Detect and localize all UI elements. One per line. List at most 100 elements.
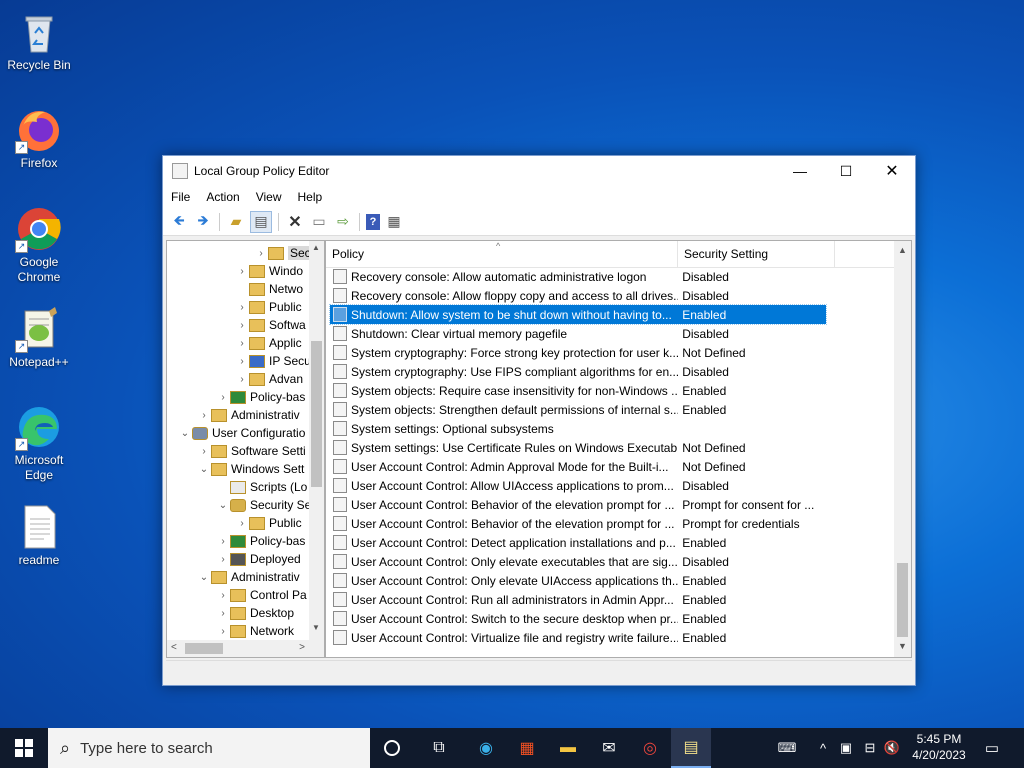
file-explorer-icon[interactable]: ▬: [548, 728, 588, 768]
expand-arrow-icon[interactable]: ›: [216, 626, 230, 637]
tree-node[interactable]: › Sec: [254, 244, 313, 262]
policy-list-pane[interactable]: Policy ^ Security Setting ▲ ▼ Recovery c…: [325, 240, 912, 658]
help-icon[interactable]: ?: [366, 213, 380, 230]
tree-node[interactable]: › Public: [235, 298, 301, 316]
properties-icon[interactable]: ▭: [309, 212, 329, 232]
tree-node[interactable]: › Administrativ: [197, 406, 299, 424]
desktop-icon-recycle-bin[interactable]: Recycle Bin: [2, 8, 76, 73]
forward-icon[interactable]: 🡺: [193, 212, 213, 232]
edge-taskbar-icon[interactable]: ◉: [466, 728, 506, 768]
tree-node[interactable]: › IP Secu: [235, 352, 310, 370]
expand-arrow-icon[interactable]: ›: [216, 392, 230, 403]
tree-node[interactable]: ⌄ User Configuratio: [178, 424, 306, 442]
policy-row[interactable]: User Account Control: Admin Approval Mod…: [330, 457, 826, 476]
list-vertical-scrollbar[interactable]: ▲ ▼: [894, 241, 911, 657]
policy-row[interactable]: User Account Control: Behavior of the el…: [330, 495, 826, 514]
policy-row[interactable]: System objects: Strengthen default permi…: [330, 400, 826, 419]
tree-node[interactable]: › Desktop: [216, 604, 294, 622]
desktop-icon-readme[interactable]: readme: [2, 503, 76, 568]
list-scroll-thumb[interactable]: [897, 563, 908, 637]
policy-row[interactable]: User Account Control: Only elevate UIAcc…: [330, 571, 826, 590]
show-hide-tree-icon[interactable]: ▤: [250, 210, 272, 233]
expand-arrow-icon[interactable]: ›: [216, 554, 230, 565]
tree-pane[interactable]: › Network › Desktop › Control Pa ⌄ Administrati…: [166, 240, 325, 658]
desktop-icon-chrome[interactable]: ↗ Google Chrome: [2, 205, 76, 285]
policy-row[interactable]: Recovery console: Allow floppy copy and …: [330, 286, 826, 305]
policy-row[interactable]: System cryptography: Force strong key pr…: [330, 343, 826, 362]
taskbar-clock[interactable]: 5:45 PM 4/20/2023: [900, 731, 978, 763]
cortana-icon[interactable]: [372, 728, 412, 768]
back-icon[interactable]: 🡸: [169, 212, 189, 232]
tree-node[interactable]: Netwo: [235, 280, 303, 298]
task-view-icon[interactable]: ⧉: [419, 728, 459, 768]
policy-row-selected[interactable]: Shutdown: Allow system to be shut down w…: [329, 304, 827, 325]
expand-arrow-icon[interactable]: ›: [197, 410, 211, 421]
menu-action[interactable]: Action: [198, 190, 247, 204]
delete-icon[interactable]: ✕: [285, 212, 305, 232]
tree-node[interactable]: › Advan: [235, 370, 303, 388]
tree-node[interactable]: › Policy-bas: [216, 532, 305, 550]
policy-row[interactable]: System settings: Optional subsystems: [330, 419, 826, 438]
expand-arrow-icon[interactable]: ›: [235, 518, 249, 529]
tree-node[interactable]: ⌄ Windows Sett: [197, 460, 305, 478]
menu-file[interactable]: File: [163, 190, 198, 204]
policy-row[interactable]: User Account Control: Virtualize file an…: [330, 628, 826, 647]
collapse-arrow-icon[interactable]: ⌄: [197, 464, 211, 475]
policy-row[interactable]: User Account Control: Run all administra…: [330, 590, 826, 609]
desktop-icon-edge[interactable]: ↗ Microsoft Edge: [2, 403, 76, 483]
tree-node[interactable]: › Policy-bas: [216, 388, 305, 406]
policy-row[interactable]: User Account Control: Only elevate execu…: [330, 552, 826, 571]
menu-view[interactable]: View: [248, 190, 290, 204]
notifications-icon[interactable]: ▭: [980, 728, 1004, 768]
touch-keyboard-icon[interactable]: ⌨: [772, 728, 802, 768]
policy-row[interactable]: System objects: Require case insensitivi…: [330, 381, 826, 400]
close-button[interactable]: ✕: [869, 156, 915, 186]
collapse-arrow-icon[interactable]: ⌄: [178, 428, 192, 439]
tree-node[interactable]: ⌄ Security Se: [216, 496, 312, 514]
policy-row[interactable]: User Account Control: Switch to the secu…: [330, 609, 826, 628]
expand-arrow-icon[interactable]: ›: [254, 248, 268, 259]
tree-node[interactable]: Scripts (Lo: [216, 478, 307, 496]
expand-arrow-icon[interactable]: ›: [216, 536, 230, 547]
policy-row[interactable]: User Account Control: Allow UIAccess app…: [330, 476, 826, 495]
show-hidden-icons-chevron-icon[interactable]: ^: [814, 728, 832, 768]
column-header-policy[interactable]: Policy ^: [326, 241, 678, 267]
expand-arrow-icon[interactable]: ›: [216, 608, 230, 619]
policy-row[interactable]: System cryptography: Use FIPS compliant …: [330, 362, 826, 381]
desktop-icon-notepadpp[interactable]: ↗ Notepad++: [2, 305, 76, 370]
view-icon[interactable]: ▦: [384, 212, 404, 232]
group-policy-editor-window[interactable]: Local Group Policy Editor — ☐ ✕ File Act…: [162, 155, 916, 686]
export-list-icon[interactable]: ⇨: [333, 212, 353, 232]
expand-arrow-icon[interactable]: ›: [235, 302, 249, 313]
chrome-taskbar-icon[interactable]: ◎: [630, 728, 670, 768]
network-icon[interactable]: ⊟: [860, 728, 880, 768]
desktop-icon-firefox[interactable]: ↗ Firefox: [2, 106, 76, 171]
mail-icon[interactable]: ✉: [589, 728, 629, 768]
collapse-arrow-icon[interactable]: ⌄: [197, 572, 211, 583]
expand-arrow-icon[interactable]: ›: [197, 446, 211, 457]
expand-arrow-icon[interactable]: ›: [216, 590, 230, 601]
volume-muted-icon[interactable]: 🔇: [882, 728, 902, 768]
tree-node[interactable]: ⌄ Administrativ: [197, 568, 300, 586]
notepad-taskbar-icon[interactable]: ▤: [671, 728, 711, 768]
start-button[interactable]: [4, 728, 44, 768]
maximize-button[interactable]: ☐: [823, 156, 869, 186]
tree-scroll-thumb[interactable]: [311, 341, 322, 487]
meet-now-icon[interactable]: ▣: [836, 728, 856, 768]
policy-row[interactable]: User Account Control: Behavior of the el…: [330, 514, 826, 533]
policy-row[interactable]: System settings: Use Certificate Rules o…: [330, 438, 826, 457]
expand-arrow-icon[interactable]: ›: [235, 356, 249, 367]
tree-node[interactable]: › Public: [235, 514, 301, 532]
expand-arrow-icon[interactable]: ›: [235, 320, 249, 331]
expand-arrow-icon[interactable]: ›: [235, 338, 249, 349]
column-header-security-setting[interactable]: Security Setting: [678, 241, 835, 267]
tree-hscroll-thumb[interactable]: [185, 643, 223, 654]
minimize-button[interactable]: —: [777, 156, 823, 186]
tree-node[interactable]: › Software Setti: [197, 442, 305, 460]
tree-node[interactable]: › Network: [216, 622, 294, 640]
menu-help[interactable]: Help: [290, 190, 331, 204]
tree-node[interactable]: › Applic: [235, 334, 301, 352]
expand-arrow-icon[interactable]: ›: [235, 374, 249, 385]
taskbar-search-box[interactable]: ⌕ Type here to search: [48, 728, 370, 768]
up-folder-icon[interactable]: ▰: [226, 212, 246, 232]
